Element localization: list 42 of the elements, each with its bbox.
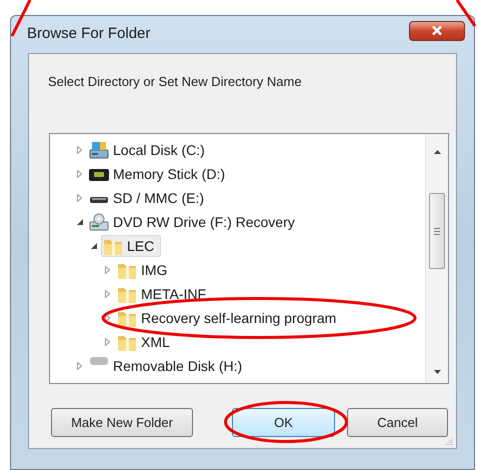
expand-arrow-icon[interactable] xyxy=(77,170,82,178)
tree-item[interactable]: Memory Stick (D:) xyxy=(87,163,232,185)
scrollbar[interactable] xyxy=(425,134,448,383)
cancel-button[interactable]: Cancel xyxy=(347,408,448,437)
window-title: Browse For Folder xyxy=(27,24,150,44)
make-new-folder-button[interactable]: Make New Folder xyxy=(51,408,193,437)
folder-icon xyxy=(117,261,137,279)
drive-slot-icon xyxy=(89,197,109,203)
expand-arrow-icon[interactable] xyxy=(77,146,82,154)
prompt-text: Select Directory or Set New Directory Name xyxy=(48,74,302,89)
folder-icon xyxy=(103,237,123,255)
tree-item[interactable]: META-INF xyxy=(115,283,214,305)
scroll-thumb[interactable] xyxy=(429,193,445,269)
folder-icon xyxy=(117,285,137,303)
expand-arrow-icon[interactable] xyxy=(105,290,110,298)
tree-item[interactable]: XML xyxy=(115,331,177,353)
expand-arrow-icon[interactable] xyxy=(105,266,110,274)
drive-icon xyxy=(89,357,109,365)
tree-item[interactable]: Removable Disk (H:) xyxy=(87,355,250,377)
ok-button[interactable]: OK xyxy=(232,408,335,437)
tree-item[interactable]: Local Disk (C:) xyxy=(87,139,212,161)
close-button[interactable] xyxy=(409,20,465,40)
scroll-down-icon[interactable] xyxy=(434,370,441,374)
scroll-up-icon[interactable] xyxy=(434,150,441,154)
drive-icon xyxy=(89,141,109,159)
folder-icon xyxy=(117,309,137,327)
folder-icon xyxy=(117,333,137,351)
expand-arrow-icon[interactable] xyxy=(77,362,82,370)
annotation-line xyxy=(455,0,477,28)
expand-arrow-icon[interactable] xyxy=(105,314,110,322)
expand-arrow-icon[interactable] xyxy=(77,194,82,202)
collapse-arrow-icon[interactable] xyxy=(77,219,83,225)
tree-item[interactable]: LEC xyxy=(101,235,162,257)
tree-item[interactable]: IMG xyxy=(115,259,174,281)
optical-drive-icon xyxy=(89,213,109,231)
tree-item[interactable]: SD / MMC (E:) xyxy=(87,187,211,209)
collapse-arrow-icon[interactable] xyxy=(91,243,97,249)
resize-grip-icon[interactable] xyxy=(445,437,453,445)
tree-item[interactable]: DVD RW Drive (F:) Recovery xyxy=(87,211,302,233)
grip-icon xyxy=(434,228,440,234)
close-icon xyxy=(431,25,443,36)
expand-arrow-icon[interactable] xyxy=(105,338,110,346)
